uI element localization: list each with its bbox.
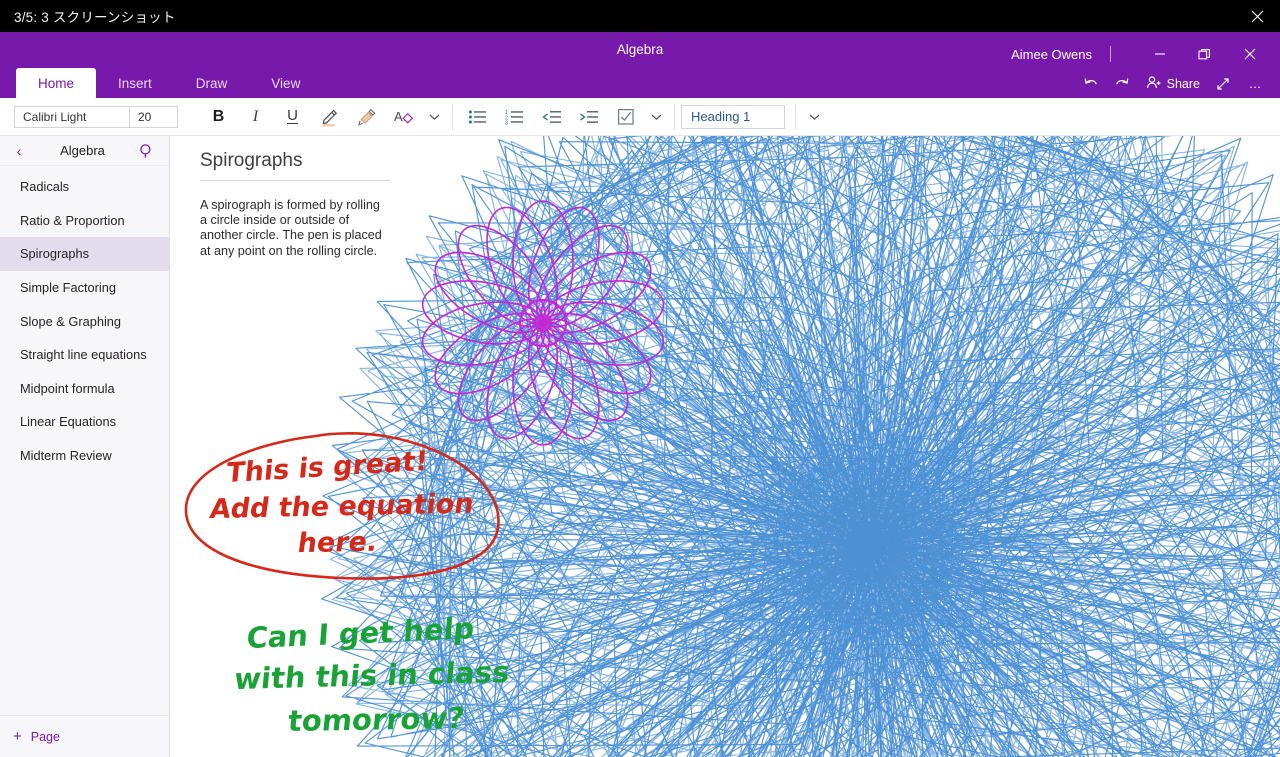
tab-home[interactable]: Home: [16, 68, 97, 98]
font-name-input[interactable]: Calibri Light: [15, 107, 129, 127]
page-list: Radicals Ratio & Proportion Spirographs …: [0, 166, 169, 472]
red-ink-line-2: Add the equation: [207, 488, 476, 526]
toolbar-divider-3: [795, 103, 796, 130]
close-button[interactable]: [1227, 40, 1272, 68]
restore-button[interactable]: [1182, 40, 1227, 68]
search-icon[interactable]: [135, 143, 159, 159]
minimize-button[interactable]: [1137, 40, 1182, 68]
numbering-icon[interactable]: 1 2 3: [496, 102, 533, 132]
body-line-1: A spirograph is formed by rolling: [200, 198, 380, 212]
sidebar-item-linear-equations[interactable]: Linear Equations: [0, 405, 169, 439]
full-page-button[interactable]: [1208, 70, 1238, 98]
header-divider: [1110, 46, 1111, 62]
underline-button[interactable]: U: [274, 102, 311, 132]
redo-button[interactable]: [1108, 70, 1138, 98]
share-label: Share: [1166, 77, 1200, 91]
sidebar-item-simple-factoring[interactable]: Simple Factoring: [0, 271, 169, 305]
todo-chevron-down-icon[interactable]: [644, 102, 668, 132]
sidebar-item-straight-line-equations[interactable]: Straight line equations: [0, 338, 169, 372]
sidebar-item-midpoint-formula[interactable]: Midpoint formula: [0, 372, 169, 406]
tab-draw[interactable]: Draw: [174, 68, 250, 98]
style-selector[interactable]: Heading 1: [681, 104, 785, 129]
add-page-label: Page: [30, 729, 60, 744]
os-close-icon[interactable]: [1234, 0, 1280, 32]
share-button[interactable]: Share: [1140, 70, 1206, 98]
add-page-button[interactable]: + Page: [0, 715, 169, 757]
svg-text:3: 3: [505, 120, 508, 125]
sidebar-item-slope-graphing[interactable]: Slope & Graphing: [0, 304, 169, 338]
tab-insert[interactable]: Insert: [96, 68, 174, 98]
os-window-title: 3/5: 3 スクリーンショット: [14, 10, 176, 25]
page-title[interactable]: Spirographs: [200, 150, 390, 181]
sidebar-notebook-name: Algebra: [60, 143, 105, 158]
clear-formatting-icon[interactable]: A: [385, 102, 422, 132]
green-ink-line-2: with this in class: [232, 654, 511, 697]
font-controls: Calibri Light 20: [14, 105, 178, 128]
font-more-chevron-down-icon[interactable]: [422, 102, 446, 132]
svg-text:A: A: [394, 109, 403, 124]
toolbar-divider: [452, 103, 453, 130]
sidebar-item-radicals[interactable]: Radicals: [0, 170, 169, 204]
body-line-4: at any point on the rolling circle.: [200, 243, 378, 258]
sidebar-item-ratio-proportion[interactable]: Ratio & Proportion: [0, 204, 169, 238]
sidebar-item-spirographs[interactable]: Spirographs: [0, 237, 169, 271]
sidebar-item-midterm-review[interactable]: Midterm Review: [0, 439, 169, 473]
todo-checkbox-icon[interactable]: [607, 102, 644, 132]
styles-group: Heading 1: [681, 98, 826, 136]
more-options-button[interactable]: …: [1240, 70, 1270, 98]
bold-button[interactable]: B: [200, 102, 237, 132]
bullets-icon[interactable]: [459, 102, 496, 132]
font-group: Calibri Light 20 B I U A: [0, 98, 446, 136]
underline-label: U: [287, 107, 298, 124]
styles-chevron-down-icon[interactable]: [802, 102, 826, 132]
format-painter-icon[interactable]: [348, 102, 385, 132]
page-canvas[interactable]: Spirographs A spirograph is formed by ro…: [170, 136, 1280, 757]
highlighter-icon[interactable]: [311, 102, 348, 132]
font-size-input[interactable]: 20: [129, 106, 177, 127]
app-header: Algebra Aimee Owens Home Insert Draw Vie…: [0, 32, 1280, 98]
body-line-3: another circle. The pen is placed: [200, 228, 382, 243]
account-name[interactable]: Aimee Owens: [1011, 47, 1110, 62]
page-list-sidebar: ‹ Algebra Radicals Ratio & Proportion Sp…: [0, 136, 170, 757]
page-body-text[interactable]: A spirograph is formed by rolling a circ…: [200, 198, 405, 259]
toolbar-divider-2: [674, 103, 675, 130]
share-person-icon: [1146, 75, 1162, 93]
tab-view[interactable]: View: [249, 68, 322, 98]
window-controls-row: Aimee Owens: [1011, 40, 1272, 68]
paragraph-group: 1 2 3: [459, 98, 668, 136]
italic-button[interactable]: I: [237, 102, 274, 132]
decrease-indent-icon[interactable]: [533, 102, 570, 132]
onenote-window: 3/5: 3 スクリーンショット Algebra Aimee Owens Hom…: [0, 0, 1280, 757]
ribbon-tabs: Home Insert Draw View: [16, 68, 322, 98]
back-chevron-icon[interactable]: ‹: [8, 143, 30, 159]
sidebar-header: ‹ Algebra: [0, 136, 169, 166]
increase-indent-icon[interactable]: [570, 102, 607, 132]
formatting-toolbar: Calibri Light 20 B I U A 1 2 3 Heading 1: [0, 98, 1280, 136]
undo-button[interactable]: [1076, 70, 1106, 98]
quick-commands: Share …: [1076, 70, 1270, 98]
green-ink-line-3: tomorrow?: [286, 700, 467, 739]
red-ink-line-3: here.: [295, 526, 380, 560]
body-line-2: a circle inside or outside of: [200, 213, 350, 228]
os-title-bar: 3/5: 3 スクリーンショット: [0, 0, 1280, 32]
plus-icon: +: [13, 728, 22, 745]
